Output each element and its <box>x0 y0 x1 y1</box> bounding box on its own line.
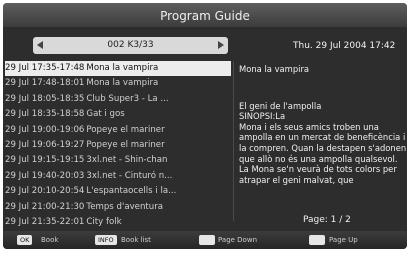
program-row[interactable]: 29 Jul 20:10-20:54 L'espantaocells i la..… <box>5 184 231 199</box>
program-title: Popeye el mariner <box>86 124 165 135</box>
program-title: Temps d'aventura <box>86 201 164 212</box>
program-title: 3xl.net - Shin-chan <box>86 155 168 166</box>
program-title: Club Super3 - La ... <box>86 93 169 104</box>
program-list: 29 Jul 17:35-17:48 Mona la vampira 29 Jul… <box>5 61 231 227</box>
program-row[interactable]: 29 Jul 21:00-21:30 Temps d'aventura <box>5 200 231 215</box>
program-row[interactable]: 29 Jul 19:06-19:27 Popeye el mariner <box>5 138 231 153</box>
channel-name: 002 K3/33 <box>107 40 154 50</box>
program-title: Mona la vampira <box>86 63 159 73</box>
detail-program-name: Mona la vampira <box>239 64 310 74</box>
arrow-right-icon[interactable] <box>218 41 224 49</box>
detail-synopsis: Mona i els seus amics troben una ampolla… <box>239 121 407 185</box>
program-time: 29 Jul 19:00-19:06 <box>5 124 85 135</box>
program-time: 29 Jul 18:35-18:58 <box>5 109 85 120</box>
ok-key-icon[interactable]: OK <box>17 235 33 245</box>
program-row[interactable]: 29 Jul 17:35-17:48 Mona la vampira <box>5 61 231 77</box>
column-divider <box>233 61 234 221</box>
arrow-left-icon[interactable] <box>37 41 43 49</box>
program-row[interactable]: 29 Jul 17:48-18:01 Mona la vampira <box>5 76 231 91</box>
current-datetime: Thu. 29 Jul 2004 17:42 <box>293 41 396 51</box>
page-down-label: Page Down <box>218 236 258 244</box>
detail-synopsis-label: SINOPSI:La <box>239 111 286 122</box>
program-time: 29 Jul 18:05-18:35 <box>5 93 85 104</box>
book-list-label: Book list <box>121 236 151 244</box>
program-time: 29 Jul 20:10-20:54 <box>5 186 85 197</box>
program-row[interactable]: 29 Jul 21:35-22:01 City folk <box>5 215 231 230</box>
page-down-key-icon[interactable] <box>199 235 215 245</box>
program-row[interactable]: 29 Jul 19:15-19:15 3xl.net - Shin-chan <box>5 153 231 168</box>
program-title: City folk <box>86 216 122 227</box>
program-title: 3xl.net - Cinturó n... <box>86 170 173 181</box>
footer-bar: OK Book INFO Book list Page Down Page Up <box>3 231 407 249</box>
program-row[interactable]: 29 Jul 19:40-20:03 3xl.net - Cinturó n... <box>5 169 231 184</box>
program-row[interactable]: 29 Jul 18:35-18:58 Gat i gos <box>5 107 231 122</box>
program-title: Mona la vampira <box>86 78 159 89</box>
epg-screen: Program Guide 002 K3/33 Thu. 29 Jul 2004… <box>3 3 407 249</box>
program-time: 29 Jul 21:00-21:30 <box>5 201 85 212</box>
program-title: L'espantaocells i la... <box>86 186 177 197</box>
detail-episode-title: El geni de l'ampolla <box>239 100 322 111</box>
page-up-key-icon[interactable] <box>309 235 325 245</box>
program-time: 29 Jul 21:35-22:01 <box>5 216 85 227</box>
program-time: 29 Jul 17:35-17:48 <box>5 63 85 73</box>
info-key-icon[interactable]: INFO <box>95 235 117 245</box>
program-title: Popeye el mariner <box>86 139 165 150</box>
program-row[interactable]: 29 Jul 19:00-19:06 Popeye el mariner <box>5 123 231 138</box>
channel-selector[interactable]: 002 K3/33 <box>33 37 228 54</box>
program-row[interactable]: 29 Jul 18:05-18:35 Club Super3 - La ... <box>5 92 231 107</box>
program-time: 29 Jul 19:40-20:03 <box>5 170 85 181</box>
page-title: Program Guide <box>3 3 407 27</box>
page-indicator: Page: 1 / 2 <box>303 215 351 225</box>
program-time: 29 Jul 17:48-18:01 <box>5 78 85 89</box>
program-detail-panel: Mona la vampira El geni de l'ampolla SIN… <box>239 61 407 221</box>
page-up-label: Page Up <box>329 236 358 244</box>
book-label: Book <box>41 236 59 244</box>
program-title: Gat i gos <box>86 109 125 120</box>
program-time: 29 Jul 19:15-19:15 <box>5 155 85 166</box>
program-time: 29 Jul 19:06-19:27 <box>5 139 85 150</box>
